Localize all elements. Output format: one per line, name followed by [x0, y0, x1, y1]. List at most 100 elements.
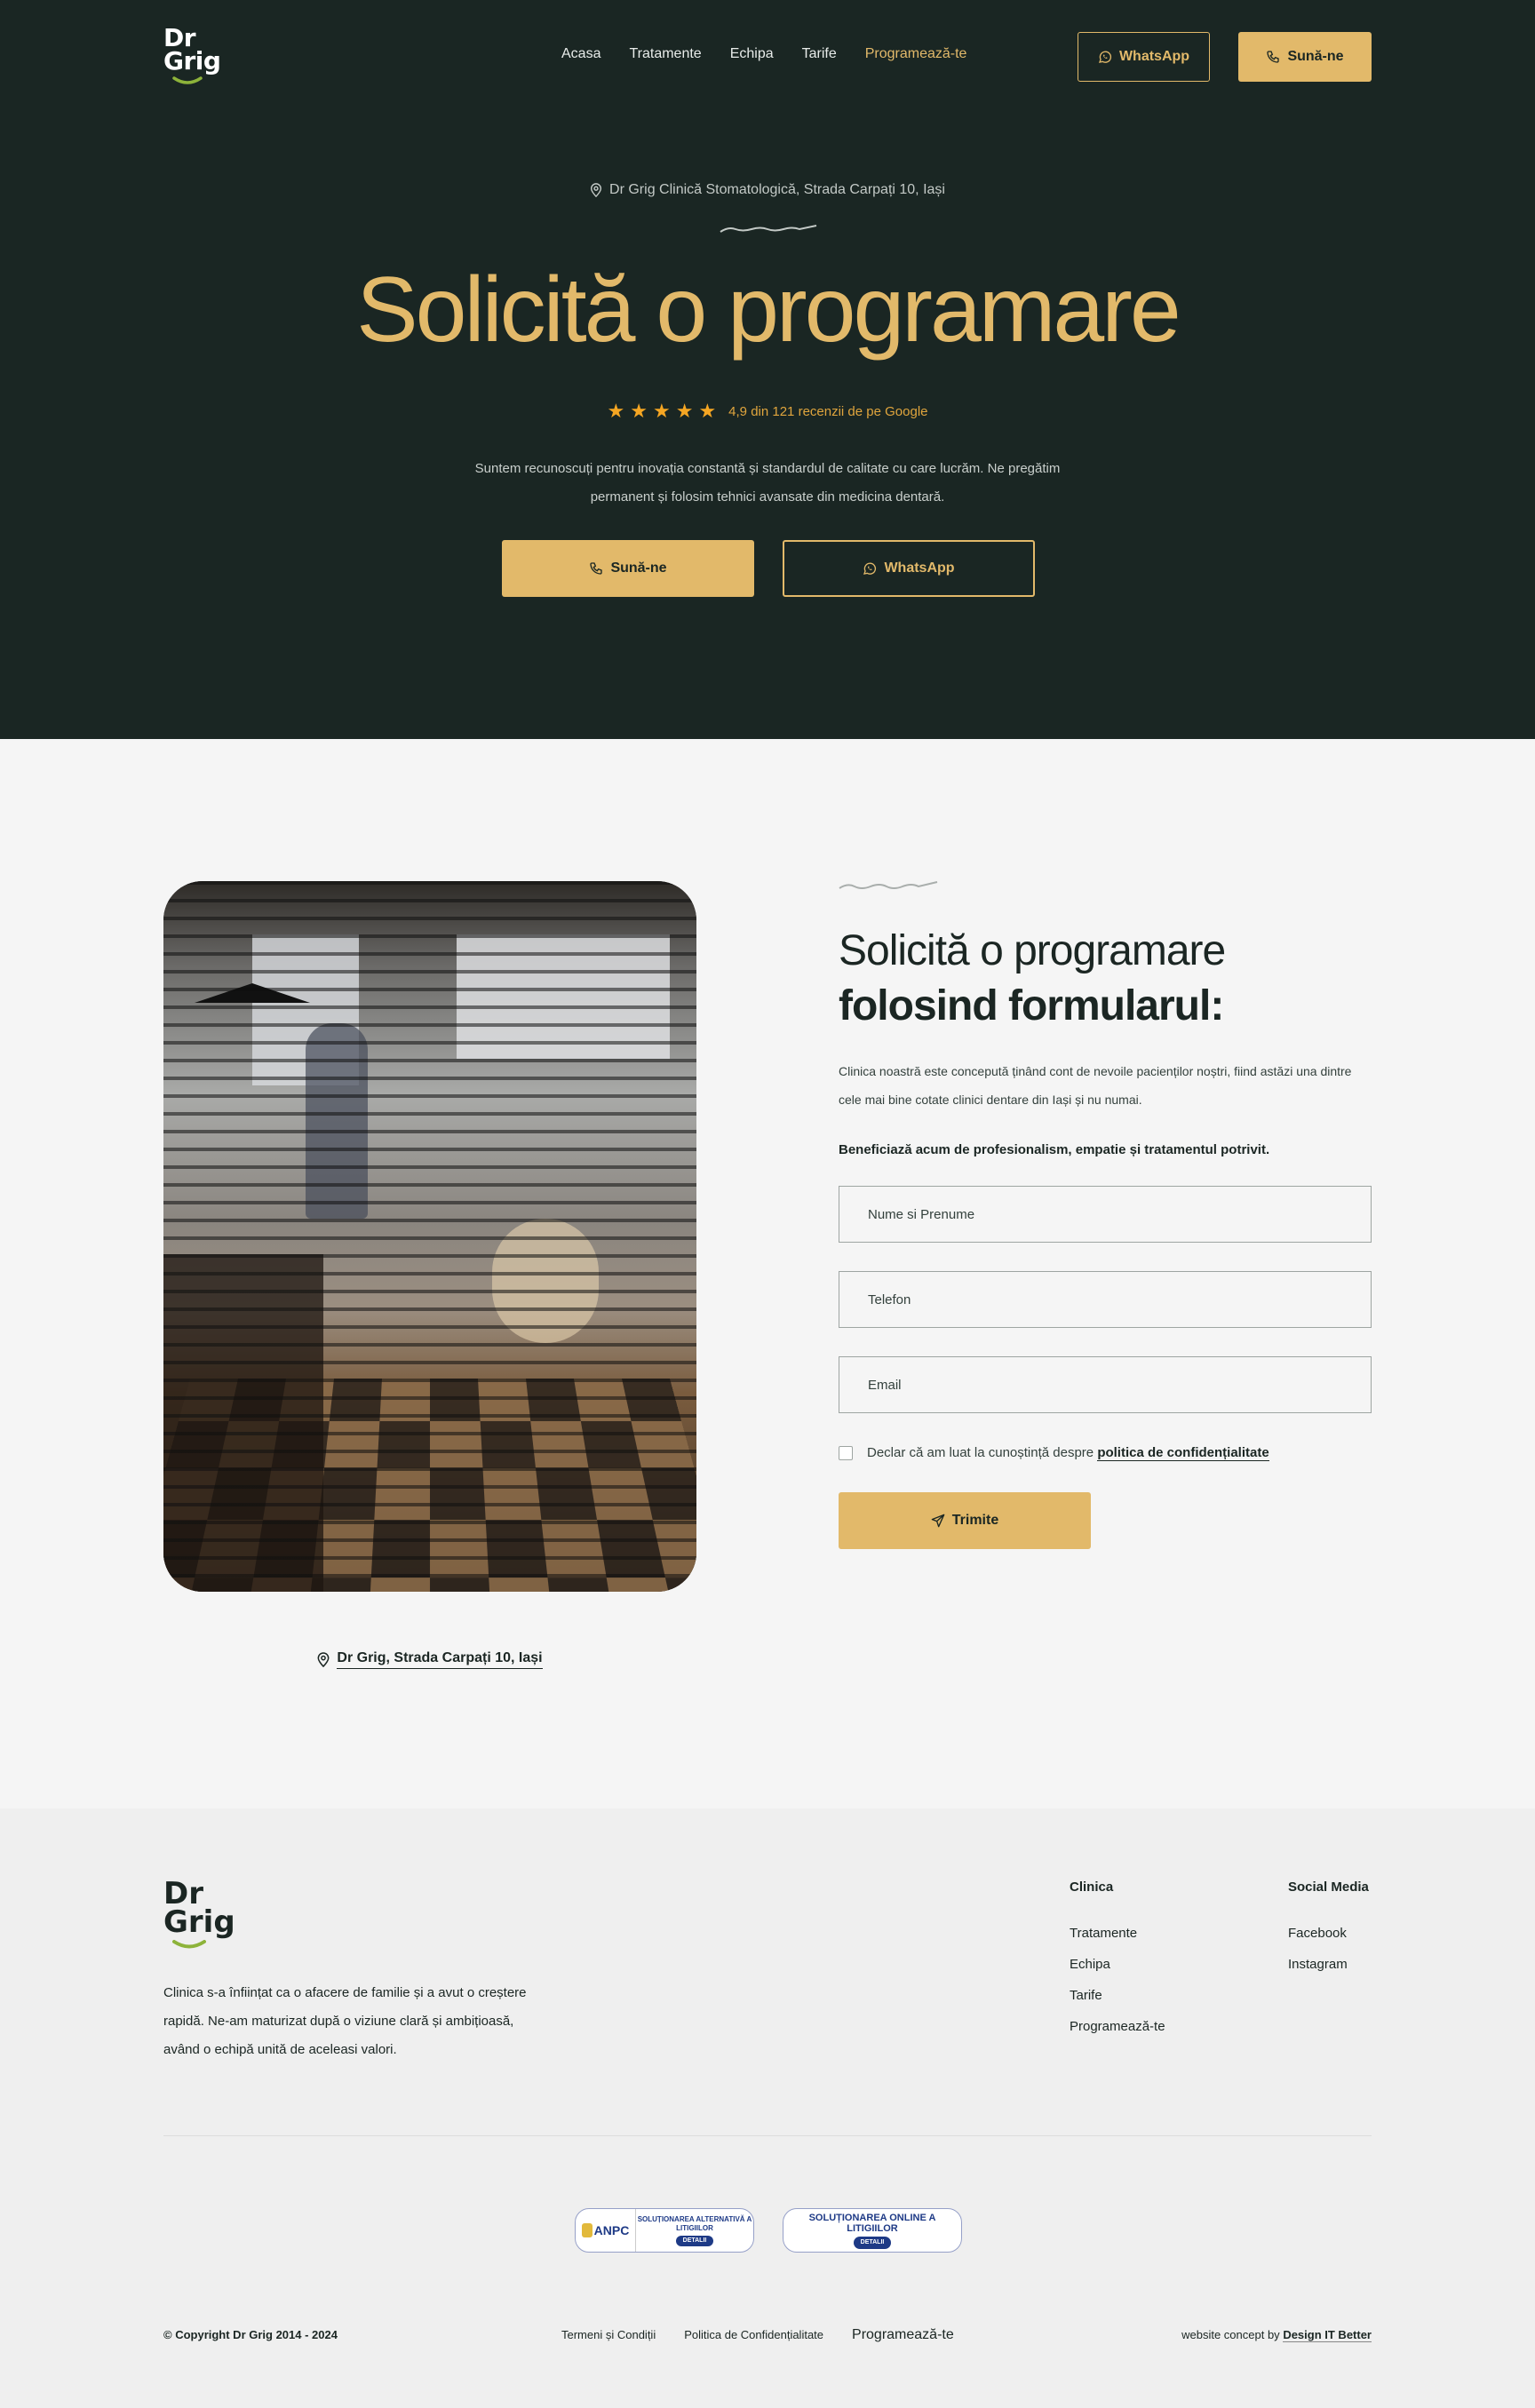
- star-icon: ★: [630, 400, 648, 422]
- sal-badge-text-wrapper: SOLUȚIONAREA ALTERNATIVĂ A LITIGIILOR DE…: [636, 2215, 753, 2246]
- credit-link[interactable]: Design IT Better: [1283, 2328, 1372, 2342]
- page-title: Solicită o programare: [356, 258, 1181, 362]
- star-icon: ★: [607, 400, 625, 422]
- footer-link-facebook[interactable]: Facebook: [1288, 1918, 1369, 1949]
- sal-details-button[interactable]: DETALII: [675, 2235, 714, 2246]
- form-description: Clinica noastră este concepută ținând co…: [839, 1064, 1352, 1107]
- phone-icon: [589, 561, 603, 576]
- footer-column-title: Social Media: [1288, 1880, 1369, 1895]
- submit-label: Trimite: [951, 1513, 999, 1528]
- footer-description: Clinica s-a înființat ca o afacere de fa…: [163, 1985, 527, 2057]
- location-pin-icon: [317, 1652, 330, 1667]
- nav-item-tratamente[interactable]: Tratamente: [629, 46, 701, 62]
- privacy-policy-footer-link[interactable]: Politica de Confidențialitate: [684, 2328, 823, 2343]
- footer-logo[interactable]: Dr Grig: [163, 1879, 235, 1959]
- clinic-photo: [163, 881, 696, 1592]
- form-title-light: Solicită o programare: [839, 927, 1226, 974]
- location-pin-icon: [590, 183, 602, 197]
- whatsapp-icon: [863, 561, 877, 576]
- rating-text: 4,9 din 121 recenzii de pe Google: [728, 403, 928, 419]
- rating-stars: ★ ★ ★ ★ ★: [608, 401, 717, 421]
- privacy-policy-link[interactable]: politica de confidențialitate: [1097, 1445, 1269, 1461]
- logo-text-line2: Grig: [163, 46, 221, 75]
- smile-icon: [172, 76, 203, 84]
- sol-badge-text-wrapper: SOLUȚIONAREA ONLINE A LITIGIILOR DETALII: [783, 2213, 961, 2249]
- sal-badge[interactable]: ANPC SOLUȚIONAREA ALTERNATIVĂ A LITIGIIL…: [575, 2208, 754, 2253]
- appointment-footer-link[interactable]: Programează-te: [852, 2327, 954, 2343]
- whatsapp-icon: [1098, 50, 1112, 64]
- form-title: Solicită o programare folosind formularu…: [839, 924, 1372, 1034]
- squiggle-divider-icon: [720, 225, 817, 233]
- footer-link-programeaza-te[interactable]: Programează-te: [1070, 2011, 1165, 2042]
- google-rating: ★ ★ ★ ★ ★ 4,9 din 121 recenzii de pe Goo…: [0, 401, 1535, 421]
- footer-link-instagram[interactable]: Instagram: [1288, 1949, 1369, 1980]
- footer-column-title: Clinica: [1070, 1880, 1114, 1895]
- squiggle-divider-icon: [839, 881, 938, 889]
- footer-link-echipa[interactable]: Echipa: [1070, 1949, 1165, 1980]
- call-button[interactable]: Sună-ne: [502, 540, 754, 597]
- whatsapp-button[interactable]: WhatsApp: [783, 540, 1035, 597]
- top-navigation: Dr Grig Acasa Tratamente Echipa Tarife P…: [0, 0, 1535, 115]
- sol-details-button[interactable]: DETALII: [853, 2236, 892, 2249]
- legal-links: Termeni și Condiții Politica de Confiden…: [561, 2327, 954, 2343]
- call-button-header[interactable]: Sună-ne: [1238, 32, 1372, 82]
- clinic-address: Dr Grig Clinică Stomatologică, Strada Ca…: [0, 182, 1535, 198]
- anpc-logo: ANPC: [576, 2209, 636, 2252]
- site-credit: website concept by Design IT Better: [1181, 2328, 1372, 2342]
- privacy-consent: Declar că am luat la cunoștință despre p…: [839, 1445, 1372, 1461]
- nav-item-echipa[interactable]: Echipa: [730, 46, 774, 62]
- whatsapp-button-header[interactable]: WhatsApp: [1078, 32, 1210, 82]
- privacy-checkbox[interactable]: [839, 1445, 853, 1460]
- sal-badge-text: SOLUȚIONAREA ALTERNATIVĂ A LITIGIILOR: [637, 2214, 752, 2232]
- footer-column-social: Social Media Facebook Instagram: [1288, 1880, 1369, 1980]
- send-icon: [931, 1514, 945, 1528]
- form-column: Solicită o programare folosind formularu…: [839, 881, 1372, 1549]
- submit-button[interactable]: Trimite: [839, 1492, 1091, 1549]
- name-field-wrapper: [839, 1186, 1372, 1243]
- star-icon: ★: [652, 400, 671, 422]
- name-input[interactable]: [868, 1206, 1371, 1222]
- anpc-crest-icon: [581, 2223, 593, 2237]
- photo-address-link[interactable]: Dr Grig, Strada Carpați 10, Iași: [163, 1650, 696, 1669]
- phone-icon: [1266, 50, 1280, 64]
- footer-link-tarife[interactable]: Tarife: [1070, 1980, 1165, 2011]
- address-text: Dr Grig Clinică Stomatologică, Strada Ca…: [609, 182, 945, 197]
- consent-text-wrapper: Declar că am luat la cunoștință despre p…: [867, 1445, 1269, 1461]
- nav-item-acasa[interactable]: Acasa: [561, 46, 600, 62]
- sol-badge-text: SOLUȚIONAREA ONLINE A LITIGIILOR: [808, 2212, 936, 2234]
- main-menu: Acasa Tratamente Echipa Tarife Programea…: [561, 46, 966, 62]
- email-input[interactable]: [868, 1377, 1371, 1393]
- footer-bottom-bar: © Copyright Dr Grig 2014 - 2024 Termeni …: [163, 2327, 1372, 2349]
- call-label: Sună-ne: [610, 560, 667, 576]
- terms-link[interactable]: Termeni și Condiții: [561, 2328, 656, 2343]
- hero-description: Suntem recunoscuți pentru inovația const…: [474, 461, 1061, 505]
- anpc-badges: ANPC SOLUȚIONAREA ALTERNATIVĂ A LITIGIIL…: [575, 2208, 962, 2253]
- copyright-text: © Copyright Dr Grig 2014 - 2024: [163, 2328, 338, 2341]
- consent-text: Declar că am luat la cunoștință despre: [867, 1445, 1094, 1460]
- smile-icon: [172, 1940, 206, 1949]
- form-highlight: Beneficiază acum de profesionalism, empa…: [839, 1142, 1270, 1157]
- sol-badge[interactable]: SOLUȚIONAREA ONLINE A LITIGIILOR DETALII: [783, 2208, 962, 2253]
- call-label: Sună-ne: [1287, 49, 1344, 64]
- phone-input[interactable]: [868, 1291, 1371, 1307]
- nav-item-tarife[interactable]: Tarife: [802, 46, 837, 62]
- anpc-logo-text: ANPC: [593, 2223, 630, 2237]
- phone-field-wrapper: [839, 1271, 1372, 1328]
- footer-divider: [163, 2135, 1372, 2136]
- footer-column-clinica: Clinica Tratamente Echipa Tarife Program…: [1070, 1880, 1165, 2042]
- star-icon: ★: [698, 400, 717, 422]
- appointment-form: Declar că am luat la cunoștință despre p…: [839, 1186, 1372, 1549]
- credit-prefix: website concept by: [1181, 2328, 1280, 2341]
- hero-actions: Sună-ne WhatsApp: [502, 540, 1035, 597]
- footer: Dr Grig Clinica s-a înființat ca o aface…: [0, 1808, 1535, 2408]
- star-icon: ★: [675, 400, 694, 422]
- hero-section: Dr Grig Acasa Tratamente Echipa Tarife P…: [0, 0, 1535, 739]
- appointment-form-section: Dr Grig, Strada Carpați 10, Iași Solicit…: [0, 739, 1535, 1808]
- email-field-wrapper: [839, 1356, 1372, 1413]
- photo-address-text: Dr Grig, Strada Carpați 10, Iași: [337, 1650, 543, 1669]
- whatsapp-label: WhatsApp: [1118, 49, 1190, 64]
- logo[interactable]: Dr Grig: [163, 26, 221, 89]
- footer-link-tratamente[interactable]: Tratamente: [1070, 1918, 1165, 1949]
- nav-item-programeaza-te[interactable]: Programează-te: [865, 46, 967, 62]
- form-title-bold: folosind formularul:: [839, 982, 1224, 1029]
